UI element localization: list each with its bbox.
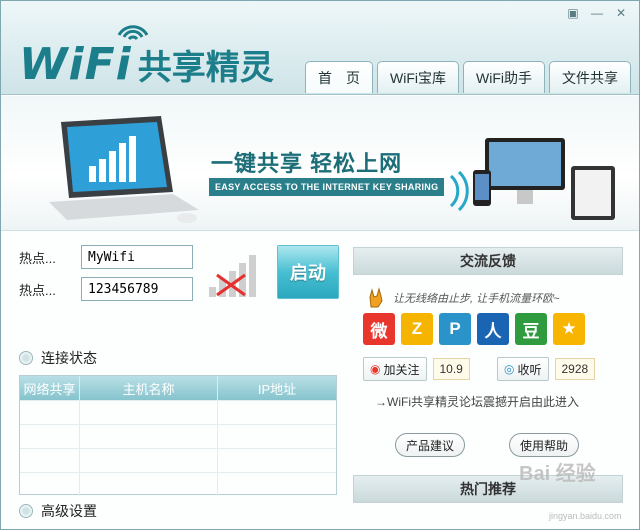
connection-status-header[interactable]: 连接状态 [19,348,97,368]
expand-icon [19,504,33,518]
weibo-follow-group: ◉ 加关注 10.9 [363,357,470,381]
table-row[interactable] [20,472,336,496]
table-row[interactable] [20,400,336,424]
hotspot-name-row: 热点... [19,245,193,269]
feedback-tagline: 让无线络由止步, 让手机流量环欧~ [365,287,560,309]
devices-illustration [449,138,615,220]
kaixin-icon[interactable]: ★ [553,313,585,345]
minimize-button[interactable]: — [587,5,607,21]
window-controls: ▣ — ✕ [563,5,631,21]
follow-button[interactable]: ◉ 加关注 [363,357,427,381]
product-suggestion-button[interactable]: 产品建议 [395,433,465,457]
weibo-small-icon: ◉ [370,362,381,376]
wifi-arcs-icon [117,25,149,41]
watermark-url: jingyan.baidu.com [549,511,622,521]
rock-hand-icon [369,287,383,308]
tagline-text: 让无线络由止步, 让手机流量环欧~ [393,293,560,305]
table-row[interactable] [20,424,336,448]
signal-off-icon [209,255,256,297]
main-tabs: 首 页 WiFi宝库 WiFi助手 文件共享 [305,61,631,93]
tab-home[interactable]: 首 页 [305,61,373,93]
start-button[interactable]: 启动 [277,245,339,299]
listen-button[interactable]: ◎ 收听 [497,357,549,381]
hotspot-password-row: 热点... [19,277,193,301]
feedback-header: 交流反馈 [353,247,623,275]
logo-cn-text: 共享精灵 [137,47,274,88]
table-header: 网络共享 主机名称 IP地址 [20,376,336,400]
header: WiFi 共享精灵 ▣ — ✕ 首 页 WiFi宝库 WiFi助手 文件共享 [1,1,639,95]
douban-icon[interactable]: 豆 [515,313,547,345]
hotspot-name-label: 热点... [19,250,56,266]
tencent-listen-group: ◎ 收听 2928 [497,357,596,381]
tab-file-sharing[interactable]: 文件共享 [549,61,631,93]
banner-title: 一键共享 轻松上网 [211,151,403,176]
hotspot-password-label: 热点... [19,282,56,298]
listen-count: 2928 [554,358,596,380]
expand-icon [19,351,33,365]
advanced-settings-header[interactable]: 高级设置 [19,501,97,521]
app-window: WiFi 共享精灵 ▣ — ✕ 首 页 WiFi宝库 WiFi助手 文件共享 一… [0,0,640,530]
connection-table: 网络共享 主机名称 IP地址 [19,375,337,496]
tencent-small-icon: ◎ [504,362,515,376]
hotspot-password-input[interactable] [81,277,193,301]
advanced-settings-title: 高级设置 [41,503,97,519]
skin-button[interactable]: ▣ [563,5,583,21]
column-hostname: 主机名称 [80,376,218,400]
column-ip: IP地址 [257,381,297,397]
banner-subtitle: EASY ACCESS TO THE INTERNET KEY SHARING [209,178,445,196]
social-icons: 微 Z P 人 豆 ★ [363,313,585,345]
help-button[interactable]: 使用帮助 [509,433,579,457]
logo-wifi-text: WiFi [19,39,132,90]
tab-wifi-assistant[interactable]: WiFi助手 [463,61,545,93]
laptop-illustration [49,116,199,223]
app-logo: WiFi 共享精灵 [19,25,274,90]
close-button[interactable]: ✕ [611,5,631,21]
follow-label: 加关注 [383,362,420,377]
renren-icon[interactable]: 人 [477,313,509,345]
tab-wifi-library[interactable]: WiFi宝库 [377,61,459,93]
column-share: 网络共享 [20,376,80,400]
listen-label: 收听 [517,362,542,377]
hotspot-name-input[interactable] [81,245,193,269]
weibo-icon[interactable]: 微 [363,313,395,345]
tencent-weibo-icon[interactable]: P [439,313,471,345]
qzone-icon[interactable]: Z [401,313,433,345]
follow-count: 10.9 [432,358,470,380]
promo-banner[interactable]: 一键共享 轻松上网 EASY ACCESS TO THE INTERNET KE… [1,96,639,231]
forum-link[interactable]: →WiFi共享精灵论坛震撼开启由此进入 [375,393,579,410]
table-row[interactable] [20,448,336,472]
watermark-brand: Bai 经验 [519,463,596,485]
connection-status-title: 连接状态 [41,350,97,366]
